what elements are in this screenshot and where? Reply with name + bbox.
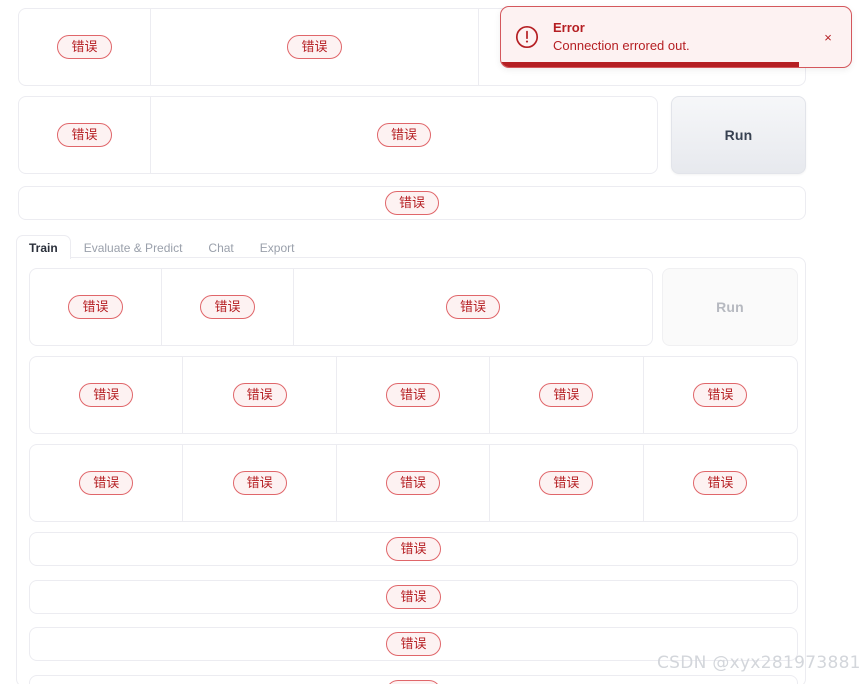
- error-toast-inner: Error Connection errored out. ×: [501, 7, 851, 67]
- train-row-5: 错误: [29, 580, 798, 614]
- tab-chat-label: Chat: [208, 241, 234, 255]
- run-button-train[interactable]: Run: [662, 268, 798, 346]
- train-row-5-cell-1[interactable]: 错误: [30, 581, 797, 613]
- train-row-7-cell-1[interactable]: 错误: [30, 676, 797, 684]
- error-badge[interactable]: 错误: [386, 471, 441, 495]
- train-row-2-cell-5[interactable]: 错误: [644, 357, 797, 433]
- error-badge[interactable]: 错误: [386, 537, 441, 561]
- tab-train[interactable]: Train: [16, 235, 71, 259]
- error-toast: Error Connection errored out. ×: [500, 6, 852, 68]
- train-row-1-cell-1[interactable]: 错误: [30, 269, 162, 345]
- error-badge[interactable]: 错误: [232, 471, 287, 495]
- train-row-3-cell-1[interactable]: 错误: [30, 445, 184, 521]
- tab-evaluate-predict-label: Evaluate & Predict: [83, 241, 183, 255]
- train-row-2: 错误 错误 错误 错误 错误: [29, 356, 798, 434]
- row-top-2-cell-1[interactable]: 错误: [19, 97, 151, 173]
- error-badge[interactable]: 错误: [386, 383, 441, 407]
- tab-export-label: Export: [259, 241, 295, 255]
- tab-panel-train: 错误 错误 错误 Run 错误 错误 错误 错误 错误 错误 错误 错误 错误 …: [16, 257, 806, 684]
- train-row-2-cell-2[interactable]: 错误: [183, 357, 337, 433]
- train-row-1-cell-3[interactable]: 错误: [294, 269, 652, 345]
- train-row-2-cell-1[interactable]: 错误: [30, 357, 184, 433]
- error-badge[interactable]: 错误: [57, 35, 112, 59]
- tab-evaluate-predict[interactable]: Evaluate & Predict: [71, 235, 196, 259]
- error-badge[interactable]: 错误: [386, 585, 441, 609]
- error-badge[interactable]: 错误: [232, 383, 287, 407]
- row-top-2-cell-2[interactable]: 错误: [151, 97, 657, 173]
- error-badge[interactable]: 错误: [200, 295, 255, 319]
- train-row-3-cell-5[interactable]: 错误: [644, 445, 797, 521]
- train-row-3-cell-3[interactable]: 错误: [337, 445, 491, 521]
- tab-train-label: Train: [29, 241, 58, 255]
- error-toast-title: Error: [553, 20, 585, 36]
- train-row-4: 错误: [29, 532, 798, 566]
- train-row-1: 错误 错误 错误: [29, 268, 653, 346]
- tab-chat[interactable]: Chat: [195, 235, 246, 259]
- app-root: 错误 错误 错误 错误 Run 错误 Train Evaluate & Pred: [0, 0, 865, 684]
- row-top-1-cell-1[interactable]: 错误: [19, 9, 151, 85]
- error-badge[interactable]: 错误: [693, 471, 748, 495]
- row-top-3-cell-1[interactable]: 错误: [19, 187, 805, 219]
- error-badge[interactable]: 错误: [57, 123, 112, 147]
- error-toast-progress-fill: [501, 62, 799, 67]
- train-row-2-cell-4[interactable]: 错误: [490, 357, 644, 433]
- run-button-primary-label: Run: [724, 127, 753, 143]
- run-button-train-label: Run: [716, 299, 744, 315]
- error-badge[interactable]: 错误: [386, 632, 441, 656]
- train-row-1-cell-2[interactable]: 错误: [162, 269, 294, 345]
- error-toast-text: Error Connection errored out.: [553, 19, 819, 55]
- tab-bar: Train Evaluate & Predict Chat Export: [16, 232, 806, 259]
- error-badge[interactable]: 错误: [539, 383, 594, 407]
- error-badge[interactable]: 错误: [445, 295, 500, 319]
- train-row-7: 错误: [29, 675, 798, 684]
- row-top-3: 错误: [18, 186, 806, 220]
- train-row-3-cell-4[interactable]: 错误: [490, 445, 644, 521]
- close-icon[interactable]: ×: [819, 30, 837, 45]
- error-badge[interactable]: 错误: [386, 680, 441, 684]
- row-top-2: 错误 错误: [18, 96, 658, 174]
- error-badge[interactable]: 错误: [79, 383, 134, 407]
- error-badge[interactable]: 错误: [376, 123, 431, 147]
- watermark: CSDN @xyx281973881: [657, 653, 861, 673]
- tab-bar-wrap: Train Evaluate & Predict Chat Export: [16, 232, 806, 259]
- error-badge[interactable]: 错误: [384, 191, 439, 215]
- tab-export[interactable]: Export: [247, 235, 308, 259]
- error-circle-icon: [515, 25, 539, 49]
- error-badge[interactable]: 错误: [68, 295, 123, 319]
- train-row-3-cell-2[interactable]: 错误: [183, 445, 337, 521]
- train-row-3: 错误 错误 错误 错误 错误: [29, 444, 798, 522]
- error-toast-progress: [501, 62, 851, 67]
- run-button-primary[interactable]: Run: [671, 96, 806, 174]
- error-badge[interactable]: 错误: [693, 383, 748, 407]
- train-row-2-cell-3[interactable]: 错误: [337, 357, 491, 433]
- error-badge[interactable]: 错误: [539, 471, 594, 495]
- error-toast-message: Connection errored out.: [553, 38, 690, 54]
- error-badge[interactable]: 错误: [79, 471, 134, 495]
- row-top-1-cell-2[interactable]: 错误: [151, 9, 479, 85]
- train-row-4-cell-1[interactable]: 错误: [30, 533, 797, 565]
- error-badge[interactable]: 错误: [287, 35, 342, 59]
